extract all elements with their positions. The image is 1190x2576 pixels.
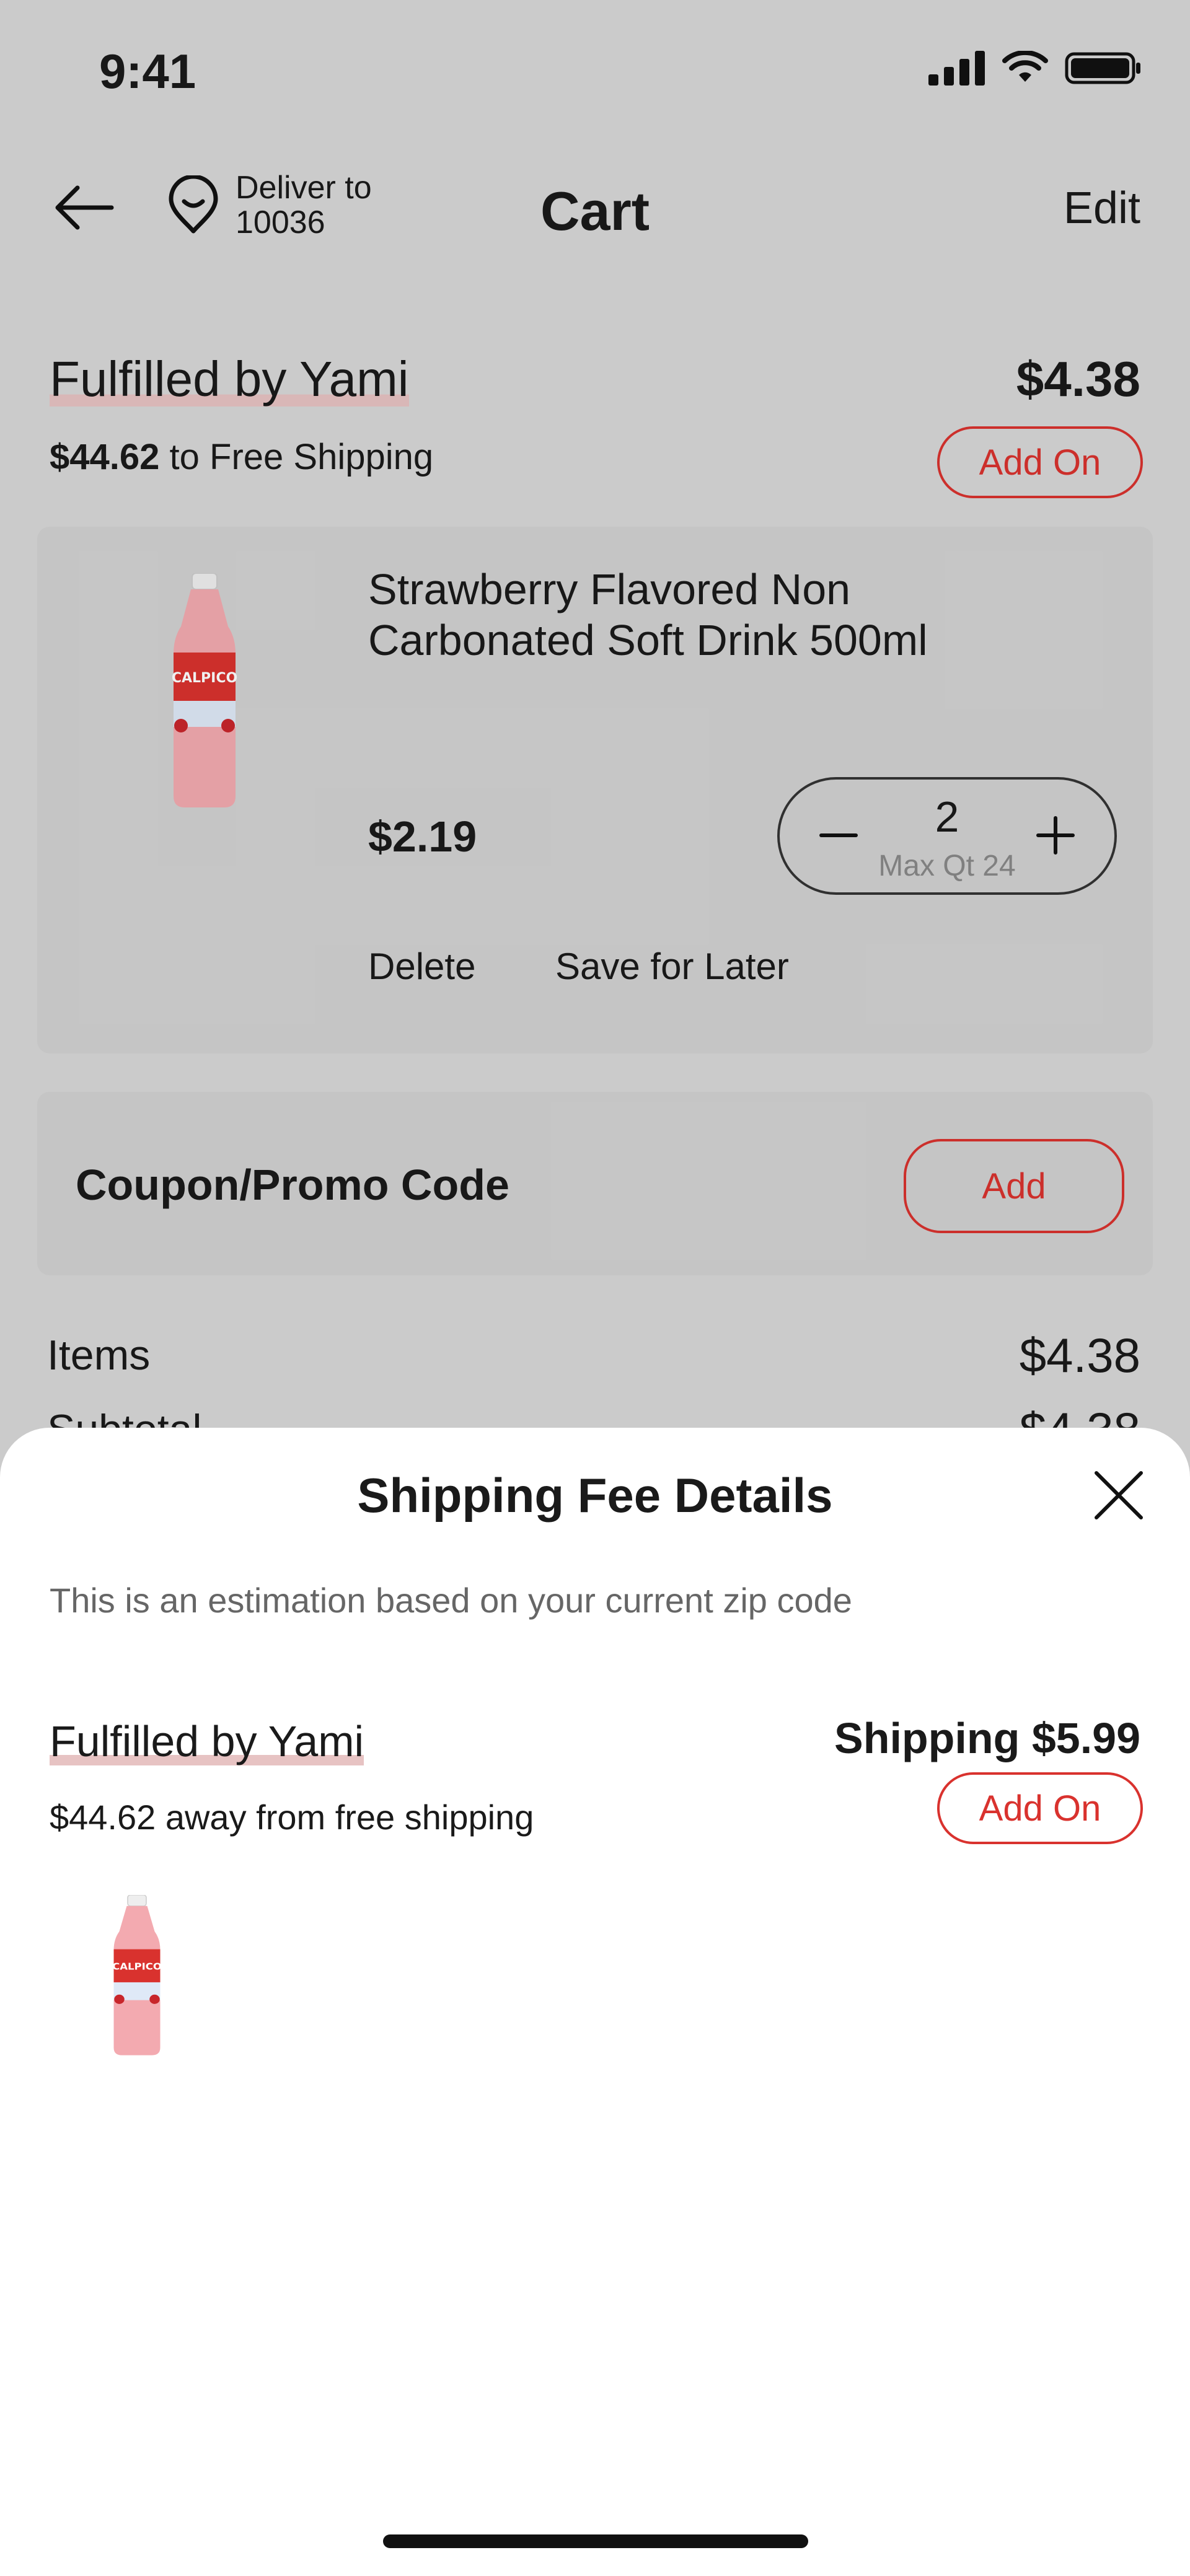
home-indicator	[383, 2534, 808, 2548]
shipping-fee-label: Shipping $5.99	[834, 1714, 1140, 1762]
bottle-icon: CALPICO	[112, 1894, 162, 2055]
sheet-fulfilled-title: Fulfilled by Yami	[50, 1717, 364, 1766]
estimation-note: This is an estimation based on your curr…	[50, 1581, 852, 1620]
sheet-add-on-button[interactable]: Add On	[937, 1772, 1143, 1844]
svg-text:CALPICO: CALPICO	[112, 1961, 162, 1972]
sheet-fulfilled-text: Fulfilled by Yami	[50, 1717, 364, 1765]
close-button[interactable]	[1085, 1461, 1153, 1529]
free-shipping-away-text: $44.62 away from free shipping	[50, 1798, 534, 1837]
sheet-product-image[interactable]: CALPICO	[109, 1894, 165, 2056]
close-icon	[1095, 1471, 1143, 1519]
